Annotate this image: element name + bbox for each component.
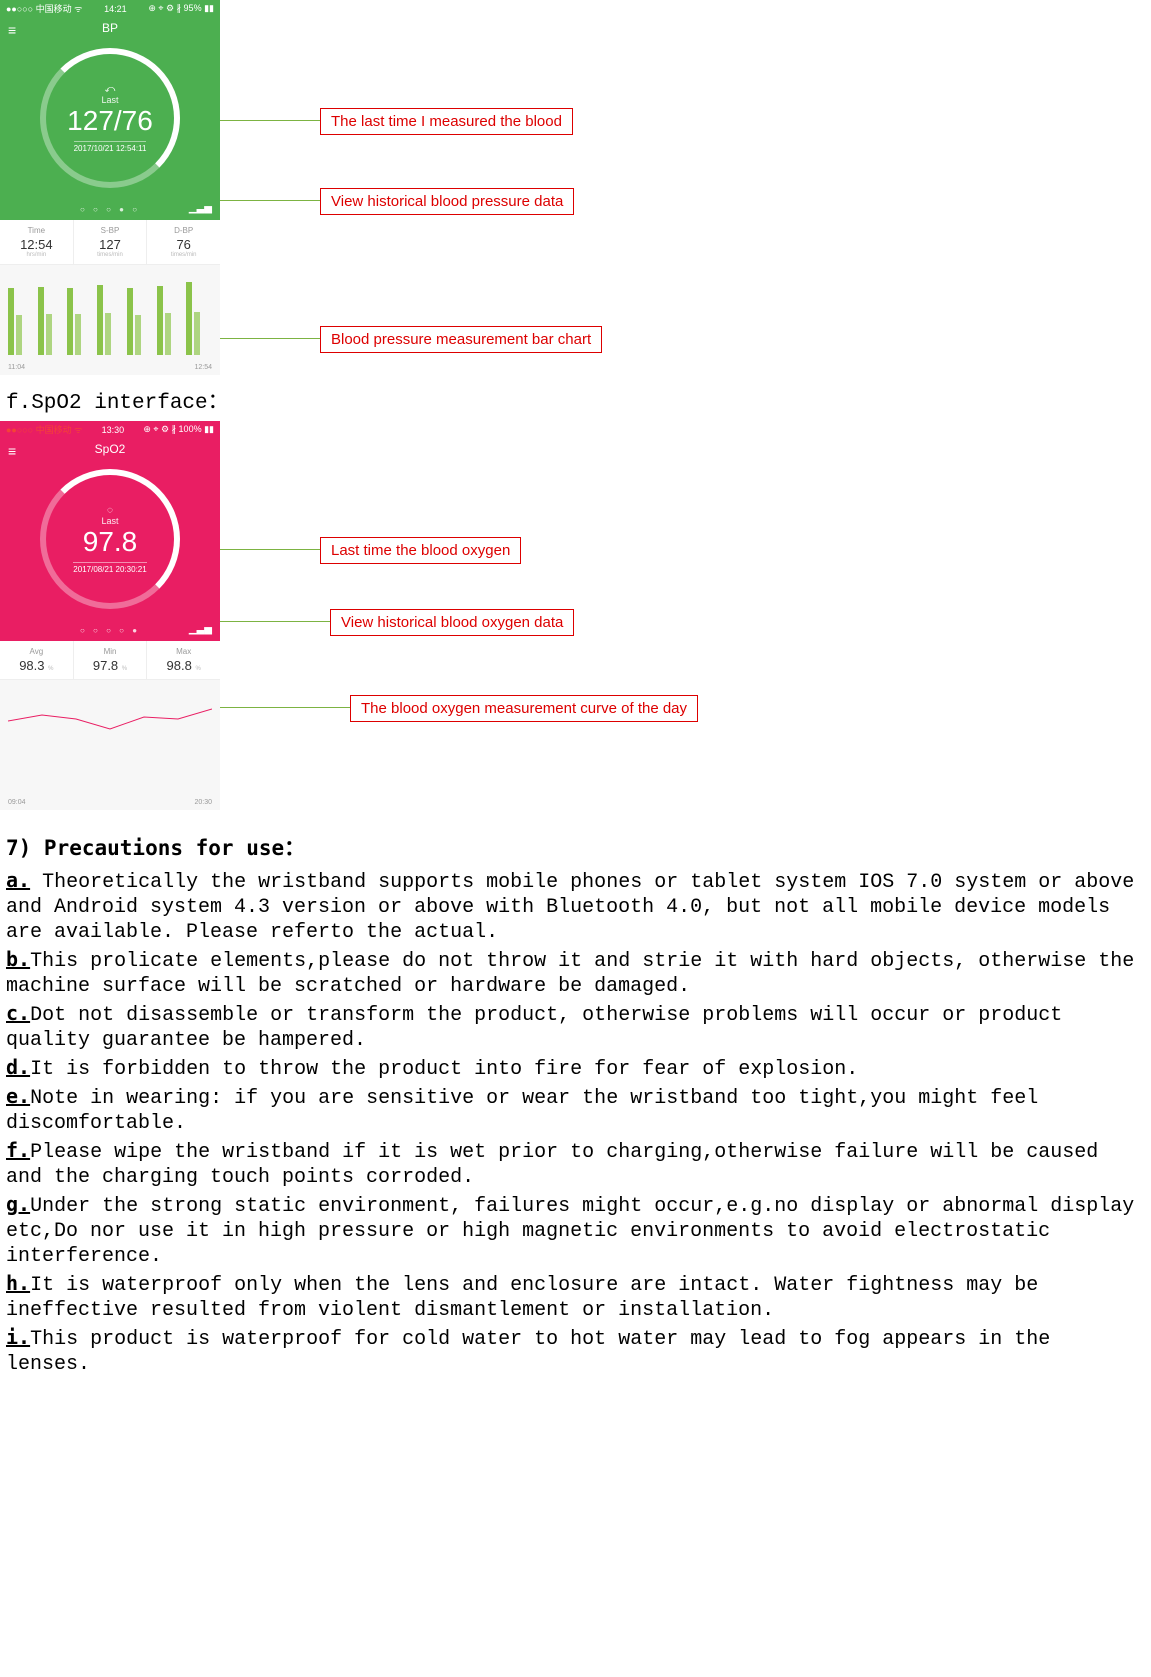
callout-bp-hist: View historical blood pressure data bbox=[320, 188, 574, 215]
callout-spo2-chart: The blood oxygen measurement curve of th… bbox=[350, 695, 698, 722]
bp-bar-chart: 11:04 12:54 bbox=[0, 265, 220, 375]
bp-timestamp: 2017/10/21 12:54:11 bbox=[74, 141, 147, 153]
hamburger-icon[interactable]: ≡ bbox=[8, 22, 16, 38]
spo2-line-chart: 09:04 20:30 bbox=[0, 680, 220, 810]
status-right: ⊕ ⌖ ⚙ ∦ 100% ▮▮ bbox=[143, 424, 214, 435]
callout-bp-main: The last time I measured the blood bbox=[320, 108, 573, 135]
spo2-title: SpO2 bbox=[0, 438, 220, 456]
spo2-phone-mock: ●●○○○ 中国移动 ᯤ 13:30 ⊕ ⌖ ⚙ ∦ 100% ▮▮ ≡ SpO… bbox=[0, 421, 220, 810]
status-time: 14:21 bbox=[104, 4, 127, 14]
page-dots[interactable]: ○ ○ ○ ● ○ bbox=[0, 205, 220, 214]
stat-avg: Avg 98.3 % bbox=[0, 641, 74, 679]
spo2-value: 97.8 bbox=[83, 526, 138, 558]
bp-phone-mock: ●●○○○ 中国移动 ᯤ 14:21 ⊕ ⌖ ⚙ ∦ 95% ▮▮ ≡ BP ⤺… bbox=[0, 0, 220, 375]
history-chart-icon[interactable]: ▁▃▅ bbox=[189, 203, 212, 214]
spo2-last-label: Last bbox=[101, 516, 118, 526]
callout-spo2-main: Last time the blood oxygen bbox=[320, 537, 521, 564]
x-start: 11:04 bbox=[8, 364, 25, 371]
spo2-timestamp: 2017/08/21 20:30:21 bbox=[73, 562, 146, 574]
stat-max: Max 98.8 % bbox=[147, 641, 220, 679]
stat-time: Time 12:54 hrs/min bbox=[0, 220, 74, 264]
status-left: ●●○○○ 中国移动 ᯤ bbox=[6, 423, 82, 436]
bp-title: BP bbox=[0, 17, 220, 35]
status-time: 13:30 bbox=[102, 425, 125, 435]
hamburger-icon[interactable]: ≡ bbox=[8, 443, 16, 459]
stat-sbp: S-BP 127 times/min bbox=[74, 220, 148, 264]
status-left: ●●○○○ 中国移动 ᯤ bbox=[6, 2, 82, 15]
precautions-title: 7) Precautions for use： bbox=[6, 832, 1151, 862]
x-start: 09:04 bbox=[8, 799, 26, 806]
callout-bp-chart: Blood pressure measurement bar chart bbox=[320, 326, 602, 353]
spo2-heading: f.SpO2 interface： bbox=[6, 385, 1151, 415]
bp-value: 127/76 bbox=[67, 105, 153, 137]
bp-ring: ⤺ Last 127/76 2017/10/21 12:54:11 bbox=[40, 48, 180, 188]
x-end: 20:30 bbox=[194, 799, 212, 806]
page-dots[interactable]: ○ ○ ○ ○ ● bbox=[0, 626, 220, 635]
callout-spo2-hist: View historical blood oxygen data bbox=[330, 609, 574, 636]
stat-min: Min 97.8 % bbox=[74, 641, 148, 679]
spo2-ring: ◌ Last 97.8 2017/08/21 20:30:21 bbox=[40, 469, 180, 609]
x-end: 12:54 bbox=[194, 364, 212, 371]
bp-last-label: Last bbox=[101, 95, 118, 105]
stat-dbp: D-BP 76 times/min bbox=[147, 220, 220, 264]
history-chart-icon[interactable]: ▁▃▅ bbox=[189, 624, 212, 635]
status-right: ⊕ ⌖ ⚙ ∦ 95% ▮▮ bbox=[148, 3, 214, 14]
precautions-body: a. Theoretically the wristband supports … bbox=[0, 868, 1151, 1377]
